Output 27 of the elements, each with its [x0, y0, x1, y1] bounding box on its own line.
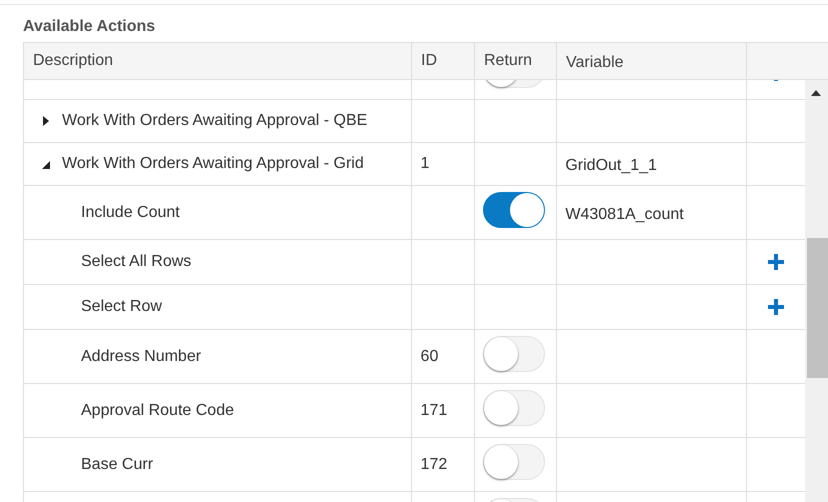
add-icon[interactable] — [768, 254, 784, 270]
add-icon[interactable] — [768, 299, 784, 315]
scrollbar[interactable] — [805, 80, 828, 502]
variable-name: GridOut_1_1 — [565, 156, 657, 175]
action-name: Select All Rows — [81, 253, 192, 271]
column-header[interactable]: Return — [484, 52, 532, 70]
action-group-name[interactable]: Work With Orders Awaiting Approval - QBE — [62, 112, 368, 130]
return-toggle[interactable] — [483, 192, 546, 228]
column-header[interactable]: Variable — [566, 50, 624, 72]
column-header[interactable]: Description — [33, 52, 114, 70]
id-value: 172 — [420, 456, 448, 474]
action-name: Include Count — [81, 204, 180, 222]
action-name: Base Curr — [81, 456, 154, 474]
column-header[interactable]: ID — [421, 52, 437, 70]
collapse-caret-icon[interactable] — [42, 159, 50, 169]
id-value: 171 — [420, 402, 448, 420]
scroll-up-arrow-icon[interactable] — [811, 90, 822, 96]
variable-name: W43081A_count — [565, 204, 684, 224]
action-group-name[interactable]: Work With Orders Awaiting Approval - Grid — [62, 155, 364, 173]
action-name: Address Number — [81, 348, 202, 366]
action-name: Approval Route Code — [81, 402, 234, 420]
expand-caret-icon[interactable] — [42, 116, 50, 126]
id-value: 60 — [420, 348, 438, 366]
action-name: Select Row — [81, 298, 162, 316]
section-title: Available Actions — [23, 18, 156, 37]
scrollbar-thumb[interactable] — [807, 238, 828, 378]
id-value: 1 — [420, 155, 430, 173]
